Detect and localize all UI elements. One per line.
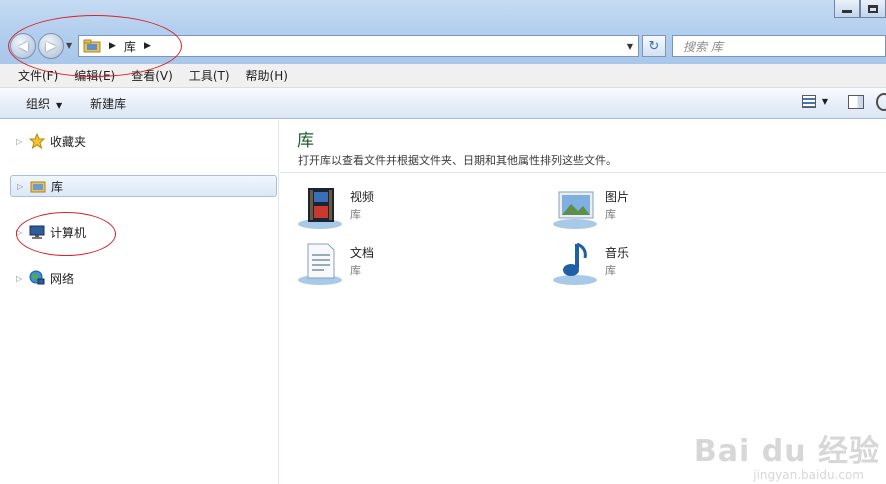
annotation-ellipse-address [8,15,182,77]
page-description: 打开库以查看文件并根据文件夹、日期和其他属性排列这些文件。 [298,154,617,167]
refresh-button[interactable]: ↻ [642,35,666,57]
preview-pane-button[interactable] [848,95,864,109]
menu-help[interactable]: 帮助(H) [238,67,296,84]
refresh-icon: ↻ [648,38,660,54]
maximize-icon [868,4,878,13]
library-type: 库 [350,208,361,221]
watermark-logo: Bai du 经验 [693,434,880,469]
window-controls [834,0,886,18]
change-view-button[interactable]: ▼ [801,95,828,108]
navigation-pane: ▷ 收藏夹 ▷ 库 ▷ 计算机 ▷ 网络 [0,120,279,484]
library-item-music[interactable]: 音乐 库 [535,236,755,288]
help-button[interactable] [876,93,886,111]
address-history-dropdown[interactable]: ▼ [622,36,638,56]
sidebar-item-network[interactable]: ▷ 网络 [10,267,277,289]
search-input[interactable]: 搜索 库 [672,35,886,57]
expand-arrow-icon[interactable]: ▷ [17,182,27,191]
library-type: 库 [605,208,616,221]
video-library-icon [298,188,342,229]
library-name: 视频 [350,190,375,204]
library-name: 文档 [350,246,375,260]
menu-tools[interactable]: 工具(T) [181,67,238,84]
sidebar-item-favorites[interactable]: ▷ 收藏夹 [10,130,277,152]
page-title: 库 [297,131,314,151]
view-details-icon [801,95,816,108]
sidebar-item-label: 网络 [50,271,75,286]
library-name: 图片 [605,190,630,204]
organize-label: 组织 [26,96,51,111]
library-folder-icon [29,178,47,194]
library-name: 音乐 [605,246,630,260]
expand-arrow-icon[interactable]: ▷ [16,137,26,146]
music-library-icon [553,242,597,285]
organize-button[interactable]: 组织 ▼ [12,95,76,112]
minimize-button[interactable] [834,0,860,18]
network-icon [28,270,46,286]
command-bar: 组织 ▼ 新建库 ▼ [0,88,886,119]
divider [280,172,886,173]
library-item-pictures[interactable]: 图片 库 [535,180,755,232]
sidebar-item-label: 收藏夹 [50,134,87,149]
minimize-icon [842,10,852,13]
library-item-documents[interactable]: 文档 库 [280,236,500,288]
library-type: 库 [350,264,361,277]
new-library-button[interactable]: 新建库 [76,95,140,112]
chevron-down-icon: ▼ [821,97,828,106]
pictures-library-icon [553,191,597,229]
maximize-button[interactable] [860,0,886,18]
watermark-url: jingyan.baidu.com [753,468,864,482]
star-icon [28,133,46,149]
library-item-videos[interactable]: 视频 库 [280,180,500,232]
search-placeholder: 搜索 库 [683,39,723,54]
documents-library-icon [298,243,342,285]
expand-arrow-icon[interactable]: ▷ [16,274,26,283]
chevron-down-icon: ▼ [56,100,63,110]
sidebar-item-label: 库 [51,179,64,194]
library-type: 库 [605,264,616,277]
annotation-ellipse-computer [16,212,116,256]
sidebar-item-libraries[interactable]: ▷ 库 [10,175,277,197]
